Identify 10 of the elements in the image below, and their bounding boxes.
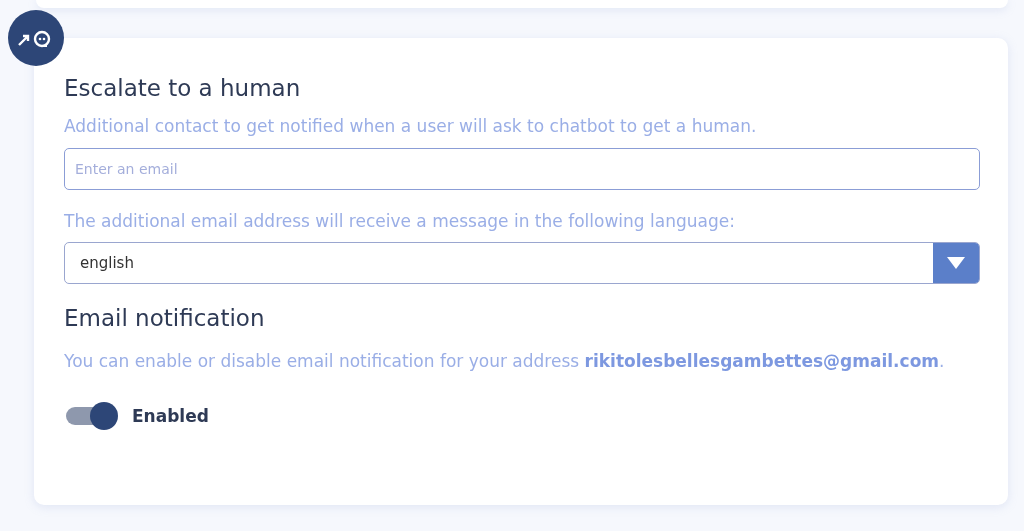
section-description: You can enable or disable email notification for your address rikitolesbellesgambettes@gmail.com. — [64, 350, 946, 373]
language-select[interactable]: english — [64, 242, 980, 284]
section-description: Additional contact to get notified when a user will ask to chatbot to get a human. — [64, 115, 758, 138]
toggle-label: Enabled — [132, 406, 209, 426]
toggle-switch[interactable] — [64, 402, 120, 430]
section-title: Escalate to a human — [64, 74, 302, 103]
language-label: The additional email address will receive a message in the following language: — [64, 210, 736, 233]
caret-icon — [947, 257, 965, 269]
section-title: Email notification — [64, 304, 266, 333]
email-field[interactable]: Enter an email — [64, 148, 980, 190]
